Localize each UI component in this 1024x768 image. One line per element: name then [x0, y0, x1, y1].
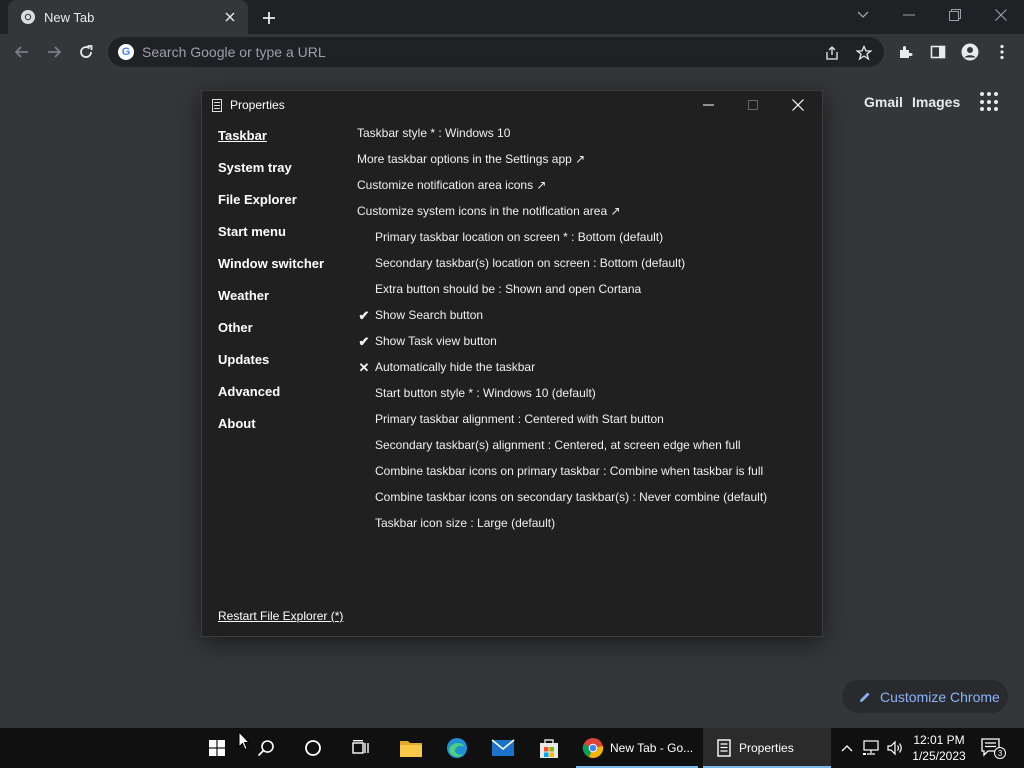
nav-about[interactable]: About: [218, 416, 256, 431]
nav-weather[interactable]: Weather: [218, 288, 269, 303]
search-icon[interactable]: [246, 728, 286, 768]
clock-time: 12:01 PM: [913, 733, 965, 747]
option-start-button-style[interactable]: Start button style * : Windows 10 (defau…: [375, 386, 596, 400]
google-icon: G: [118, 44, 134, 60]
properties-dialog: Properties Taskbar System tray File Expl…: [201, 90, 823, 637]
taskbar-app-properties[interactable]: Properties: [703, 728, 831, 768]
option-combine-primary[interactable]: Combine taskbar icons on primary taskbar…: [375, 464, 763, 478]
option-auto-hide[interactable]: ✕ Automatically hide the taskbar: [359, 360, 536, 375]
option-label: Automatically hide the taskbar: [375, 360, 536, 374]
clock-date: 1/25/2023: [912, 749, 966, 763]
chrome-icon: [20, 9, 36, 25]
chrome-icon: [582, 738, 604, 758]
system-clock[interactable]: 12:01 PM 1/25/2023: [910, 732, 968, 764]
option-combine-secondary[interactable]: Combine taskbar icons on secondary taskb…: [375, 490, 767, 504]
restart-file-explorer-link[interactable]: Restart File Explorer (*): [218, 609, 343, 623]
nav-advanced[interactable]: Advanced: [218, 384, 280, 399]
restore-window-button[interactable]: [932, 0, 978, 30]
nav-updates[interactable]: Updates: [218, 352, 269, 367]
dialog-title: Properties: [230, 98, 285, 112]
taskbar-app-chrome[interactable]: New Tab - Go...: [576, 728, 698, 768]
option-taskbar-style[interactable]: Taskbar style * : Windows 10: [357, 126, 510, 140]
option-notification-icons-link[interactable]: Customize notification area icons ↗: [357, 178, 546, 192]
option-show-task-view[interactable]: ✔ Show Task view button: [359, 334, 497, 349]
reload-button[interactable]: [74, 40, 98, 64]
option-settings-app-link[interactable]: More taskbar options in the Settings app…: [357, 152, 585, 166]
notification-center-icon[interactable]: 3: [976, 728, 1010, 768]
taskbar-app-label: New Tab - Go...: [610, 741, 694, 755]
option-extra-button[interactable]: Extra button should be : Shown and open …: [375, 282, 641, 296]
properties-icon: [717, 739, 731, 757]
nav-other[interactable]: Other: [218, 320, 253, 335]
option-icon-size[interactable]: Taskbar icon size : Large (default): [375, 516, 555, 530]
google-apps-icon[interactable]: [980, 92, 1000, 112]
windows-taskbar: New Tab - Go... Properties 12:01 PM 1/25…: [0, 728, 1024, 768]
images-link[interactable]: Images: [912, 94, 960, 110]
bookmark-star-icon[interactable]: [854, 43, 874, 63]
new-tab-button[interactable]: [258, 7, 280, 29]
checkmark-icon: ✔: [358, 334, 370, 349]
option-label: Show Task view button: [375, 334, 497, 348]
taskbar-app-label: Properties: [739, 741, 794, 755]
back-button[interactable]: [10, 40, 34, 64]
volume-icon[interactable]: [884, 728, 906, 768]
gmail-link[interactable]: Gmail: [864, 94, 903, 110]
customize-chrome-button[interactable]: Customize Chrome: [842, 680, 1008, 713]
address-input[interactable]: [142, 44, 802, 60]
side-panel-icon[interactable]: [926, 40, 950, 64]
dialog-maximize-button[interactable]: [731, 91, 775, 119]
address-bar[interactable]: G: [108, 37, 884, 67]
nav-window-switcher[interactable]: Window switcher: [218, 256, 324, 271]
close-window-button[interactable]: [978, 0, 1024, 30]
nav-file-explorer[interactable]: File Explorer: [218, 192, 297, 207]
file-explorer-icon[interactable]: [392, 728, 430, 768]
store-icon[interactable]: [530, 728, 568, 768]
option-system-icons-link[interactable]: Customize system icons in the notificati…: [357, 204, 621, 218]
tab-strip: New Tab: [0, 0, 1024, 34]
properties-icon: [212, 98, 222, 112]
minimize-window-button[interactable]: [886, 0, 932, 30]
pencil-icon: [860, 692, 870, 702]
profile-avatar-icon[interactable]: [958, 40, 982, 64]
option-primary-location[interactable]: Primary taskbar location on screen * : B…: [375, 230, 663, 244]
forward-button[interactable]: [42, 40, 66, 64]
extensions-icon[interactable]: [894, 40, 918, 64]
option-primary-alignment[interactable]: Primary taskbar alignment : Centered wit…: [375, 412, 664, 426]
option-label: Show Search button: [375, 308, 484, 322]
customize-chrome-label: Customize Chrome: [880, 688, 1000, 705]
option-secondary-alignment[interactable]: Secondary taskbar(s) alignment : Centere…: [375, 438, 741, 452]
windows-start-icon[interactable]: [198, 728, 236, 768]
cross-icon: ✕: [358, 360, 370, 375]
edge-icon[interactable]: [438, 728, 476, 768]
network-icon[interactable]: [860, 728, 882, 768]
share-icon[interactable]: [822, 43, 842, 63]
notification-count: 3: [998, 749, 1003, 758]
checkmark-icon: ✔: [358, 308, 370, 323]
option-secondary-location[interactable]: Secondary taskbar(s) location on screen …: [375, 256, 685, 270]
mail-icon[interactable]: [484, 728, 522, 768]
task-view-icon[interactable]: [342, 728, 380, 768]
close-tab-icon[interactable]: [222, 9, 238, 25]
tab-new-tab[interactable]: New Tab: [8, 0, 248, 34]
show-hidden-icons-chevron-icon[interactable]: [836, 728, 858, 768]
menu-kebab-icon[interactable]: [990, 40, 1014, 64]
dialog-close-button[interactable]: [776, 91, 820, 119]
tab-title: New Tab: [44, 9, 95, 25]
tab-search-icon[interactable]: [840, 0, 886, 30]
dialog-minimize-button[interactable]: [686, 91, 730, 119]
option-show-search[interactable]: ✔ Show Search button: [359, 308, 484, 323]
nav-system-tray[interactable]: System tray: [218, 160, 292, 175]
mouse-cursor-icon: [238, 730, 251, 756]
nav-start-menu[interactable]: Start menu: [218, 224, 286, 239]
browser-toolbar: G: [0, 34, 1024, 70]
nav-taskbar[interactable]: Taskbar: [218, 128, 267, 143]
cortana-icon[interactable]: [294, 728, 332, 768]
